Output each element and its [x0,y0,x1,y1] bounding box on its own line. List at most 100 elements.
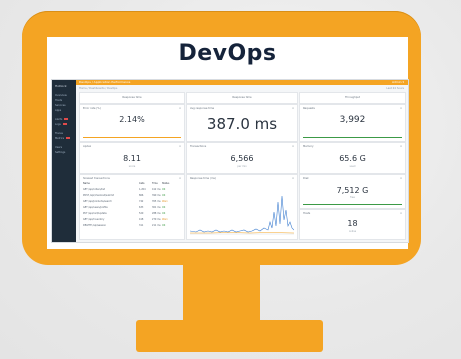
sidebar-item-label: Metrics [55,137,65,140]
tile-sub: free [350,196,355,199]
alert-badge [62,123,67,125]
user-menu[interactable]: Admin ▾ [392,80,404,84]
group-header-3: Throughput [299,92,406,104]
sidebar-item-logs[interactable]: Logs [55,123,67,126]
sidebar-item-services[interactable]: Services [55,104,66,107]
tile-indicator [303,137,402,138]
table-header: Name Calls Time Status [83,182,181,185]
tile-label: Hosts [303,212,311,215]
group-title: Throughput [344,96,361,99]
table-row[interactable]: PUT /api/cart/update 520 288 ms OK [83,212,181,215]
tile-avg-response-time[interactable]: Avg response time ≡ 387.0 ms [186,104,298,142]
sidebar-item-hosts[interactable]: Hosts [55,99,62,102]
page-title: DevOps [178,41,277,66]
tile-requests[interactable]: Requests ≡ 3,992 [299,104,406,142]
time-range-picker[interactable]: Last 24 hours [386,87,404,90]
alert-badge [64,118,69,120]
tile-value: 8.11 [123,154,141,163]
tile-memory[interactable]: Memory ≡ 65.6 G used [299,142,406,174]
tile-menu-icon[interactable]: ≡ [292,145,294,148]
tile-value: 6,566 [230,154,254,163]
cell-calls: 520 [139,212,144,215]
tile-label: Error rate (%) [83,107,101,110]
chart-series-baseline [190,232,294,234]
cell-calls: 311 [139,224,144,227]
sidebar-item-metrics[interactable]: Metrics [55,137,71,140]
tile-apdex[interactable]: Apdex ≡ 8.11 score [79,142,185,174]
tile-menu-icon[interactable]: ≡ [400,107,402,110]
tile-transactions[interactable]: Transactions ≡ 6,566 per min [186,142,298,174]
sidebar-item-label: Alerts [55,118,63,121]
cell-time: 301 ms [152,206,161,209]
sidebar-item-overview[interactable]: Overview [55,94,67,97]
tile-disk[interactable]: Disk ≡ 7,512 G free [299,174,406,209]
cell-status: OK [162,212,166,215]
top-bar: DevOps / Application Performance Admin ▾ [76,80,408,85]
table-row[interactable]: DELETE /api/session 311 211 ms OK [83,224,181,227]
tile-sub: online [348,230,357,233]
group-title: Response time [232,96,252,99]
response-time-chart[interactable] [190,182,294,236]
column-header[interactable]: Status [162,182,169,185]
tile-sub: used [349,165,356,168]
tile-menu-icon[interactable]: ≡ [179,107,181,110]
sidebar-item-settings[interactable]: Settings [55,151,65,154]
cell-status: Warn [162,200,168,203]
table-menu-icon[interactable]: ≡ [179,177,181,180]
tile-label: Memory [303,145,314,148]
tile-hosts[interactable]: Hosts ≡ 18 online [299,209,406,240]
table-row[interactable]: GET /api/orders/list 1,204 412 ms OK [83,188,181,191]
tile-indicator [83,137,181,138]
cell-calls: 1,204 [139,188,146,191]
group-title: Response time [122,96,142,99]
table-row[interactable]: POST /api/checkout/submit 866 390 ms OK [83,194,181,197]
monitor-base [136,320,323,352]
cell-status: OK [162,194,166,197]
table-row[interactable]: GET /api/users/profile 633 301 ms OK [83,206,181,209]
cell-status: OK [162,224,166,227]
cell-name: DELETE /api/session [83,224,107,227]
tile-value: 65.6 G [339,154,366,163]
cell-name: GET /api/products/search [83,200,112,203]
tile-menu-icon[interactable]: ≡ [179,145,181,148]
sidebar-item-label: Logs [55,123,61,126]
cell-status: OK [162,206,166,209]
column-header[interactable]: Calls [139,182,144,185]
tile-label: Transactions [190,145,207,148]
monitor-neck [183,265,260,327]
alert-badge [66,137,71,139]
column-header[interactable]: Name [83,182,90,185]
cell-calls: 418 [139,218,144,221]
breadcrumb[interactable]: Home / Dashboards / DevOps [79,87,117,90]
tile-error-rate[interactable]: Error rate (%) ≡ 2.14% [79,104,185,142]
sidebar-item-alerts[interactable]: Alerts [55,118,69,121]
cell-time: 288 ms [152,212,161,215]
group-header-1: Response time [79,92,185,104]
cell-name: GET /api/orders/list [83,188,105,191]
tile-menu-icon[interactable]: ≡ [400,212,402,215]
table-row[interactable]: GET /api/products/search 742 355 ms Warn [83,200,181,203]
cell-time: 412 ms [152,188,161,191]
cell-time: 355 ms [152,200,161,203]
chart-panel: Response time (ms) ≡ [186,174,298,240]
dashboard: HoDock Overview Hosts Services Apps Aler… [51,79,409,243]
tile-menu-icon[interactable]: ≡ [400,145,402,148]
sidebar: HoDock Overview Hosts Services Apps Aler… [52,80,76,242]
tile-label: Apdex [83,145,92,148]
cell-status: OK [162,188,166,191]
tile-sub: per min [237,165,247,168]
tile-menu-icon[interactable]: ≡ [400,177,402,180]
column-header[interactable]: Time [152,182,158,185]
tile-menu-icon[interactable]: ≡ [292,107,294,110]
sidebar-item-apps[interactable]: Apps [55,109,61,112]
sidebar-item-users[interactable]: Users [55,146,62,149]
cell-name: GET /api/inventory [83,218,105,221]
topbar-title: DevOps / Application Performance [79,80,131,84]
cell-name: PUT /api/cart/update [83,212,107,215]
tile-value: 3,992 [339,115,366,125]
table-row[interactable]: GET /api/inventory 418 270 ms Warn [83,218,181,221]
chart-menu-icon[interactable]: ≡ [292,177,294,180]
sidebar-item-traces[interactable]: Traces [55,132,63,135]
cell-time: 211 ms [152,224,161,227]
cell-time: 270 ms [152,218,161,221]
